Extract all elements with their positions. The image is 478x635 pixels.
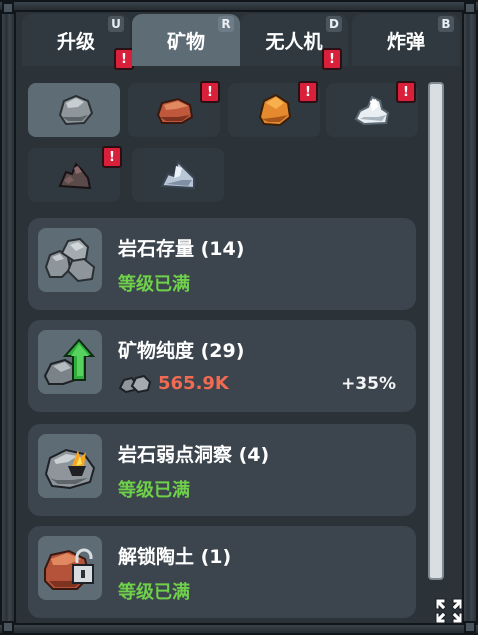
clay-icon [156,97,194,124]
dark-ore-icon [58,162,92,190]
card-thumbnail [38,330,102,394]
upgrade-title: 矿物纯度 (29) [118,340,245,362]
hotkey-badge: U [108,16,124,32]
scrollbar-track[interactable] [428,82,444,580]
blue-crystal-icon [160,160,195,190]
tab-label: 无人机 [265,30,323,53]
upgrade-title: 岩石存量 (14) [118,238,245,260]
upgrade-cost: 565.9K [118,372,229,394]
frame-top [0,0,478,12]
tab-label: 矿物 [166,30,205,53]
upgrade-card-unlock-clay[interactable]: 解锁陶土 (1) 等级已满 [28,526,416,618]
tab-label: 炸弹 [386,30,425,53]
ore-dark-ore-button[interactable]: ! [28,146,122,202]
ore-silver-crystal-button[interactable]: ! [326,81,418,137]
copper-ore-icon [258,93,292,127]
card-thumbnail [38,434,102,498]
rock-purity-icon [43,338,96,385]
rivet [464,2,476,14]
ore-clay-button[interactable]: ! [128,81,220,137]
rock-weakness-icon [44,448,96,490]
tab-bombs[interactable]: 炸弹 B [352,14,460,66]
ore-blue-crystal-button[interactable] [132,148,224,202]
rock-pile-icon [44,237,96,283]
frame-right [462,0,478,635]
alert-badge: ! [396,81,416,103]
rivet [2,621,14,633]
upgrade-title: 解锁陶土 (1) [118,546,232,568]
upgrade-card-rock-storage[interactable]: 岩石存量 (14) 等级已满 [28,218,416,310]
rock-icon [58,94,94,126]
tab-drones[interactable]: 无人机 D ! [240,14,348,70]
upgrade-status: 等级已满 [118,480,190,501]
alert-badge: ! [200,81,220,103]
cost-value: 565.9K [158,372,229,394]
fullscreen-button[interactable] [432,596,466,626]
ore-rock-button[interactable] [28,83,120,137]
unlock-clay-icon [44,548,94,590]
upgrade-card-mineral-purity[interactable]: 矿物纯度 (29) 565.9K +35% [28,320,416,412]
tab-bar: 升级 U ! 矿物 R 无人机 D ! 炸弹 B [16,14,462,70]
tab-upgrades[interactable]: 升级 U ! [22,14,134,70]
hotkey-badge: D [326,16,342,32]
tab-minerals[interactable]: 矿物 R [132,14,240,66]
upgrade-bonus: +35% [341,374,396,394]
scrollbar-thumb[interactable] [428,82,444,580]
alert-badge: ! [114,48,134,70]
card-thumbnail [38,228,102,292]
ore-copper-button[interactable]: ! [228,81,320,137]
card-thumbnail [38,536,102,600]
alert-badge: ! [298,81,318,103]
alert-badge: ! [322,48,342,70]
frame-bottom [0,623,478,635]
silver-crystal-icon [354,95,390,126]
alert-badge: ! [102,146,122,168]
hotkey-badge: B [438,16,454,32]
upgrade-status: 等级已满 [118,274,190,295]
rivet [2,2,14,14]
upgrade-status: 等级已满 [118,582,190,603]
upgrade-card-rock-weakness[interactable]: 岩石弱点洞察 (4) 等级已满 [28,424,416,516]
frame-left [0,0,16,635]
upgrade-title: 岩石弱点洞察 (4) [118,444,270,466]
tab-label: 升级 [56,30,95,53]
rock-currency-icon [118,374,152,394]
fullscreen-icon [435,598,463,624]
hotkey-badge: R [218,16,234,32]
